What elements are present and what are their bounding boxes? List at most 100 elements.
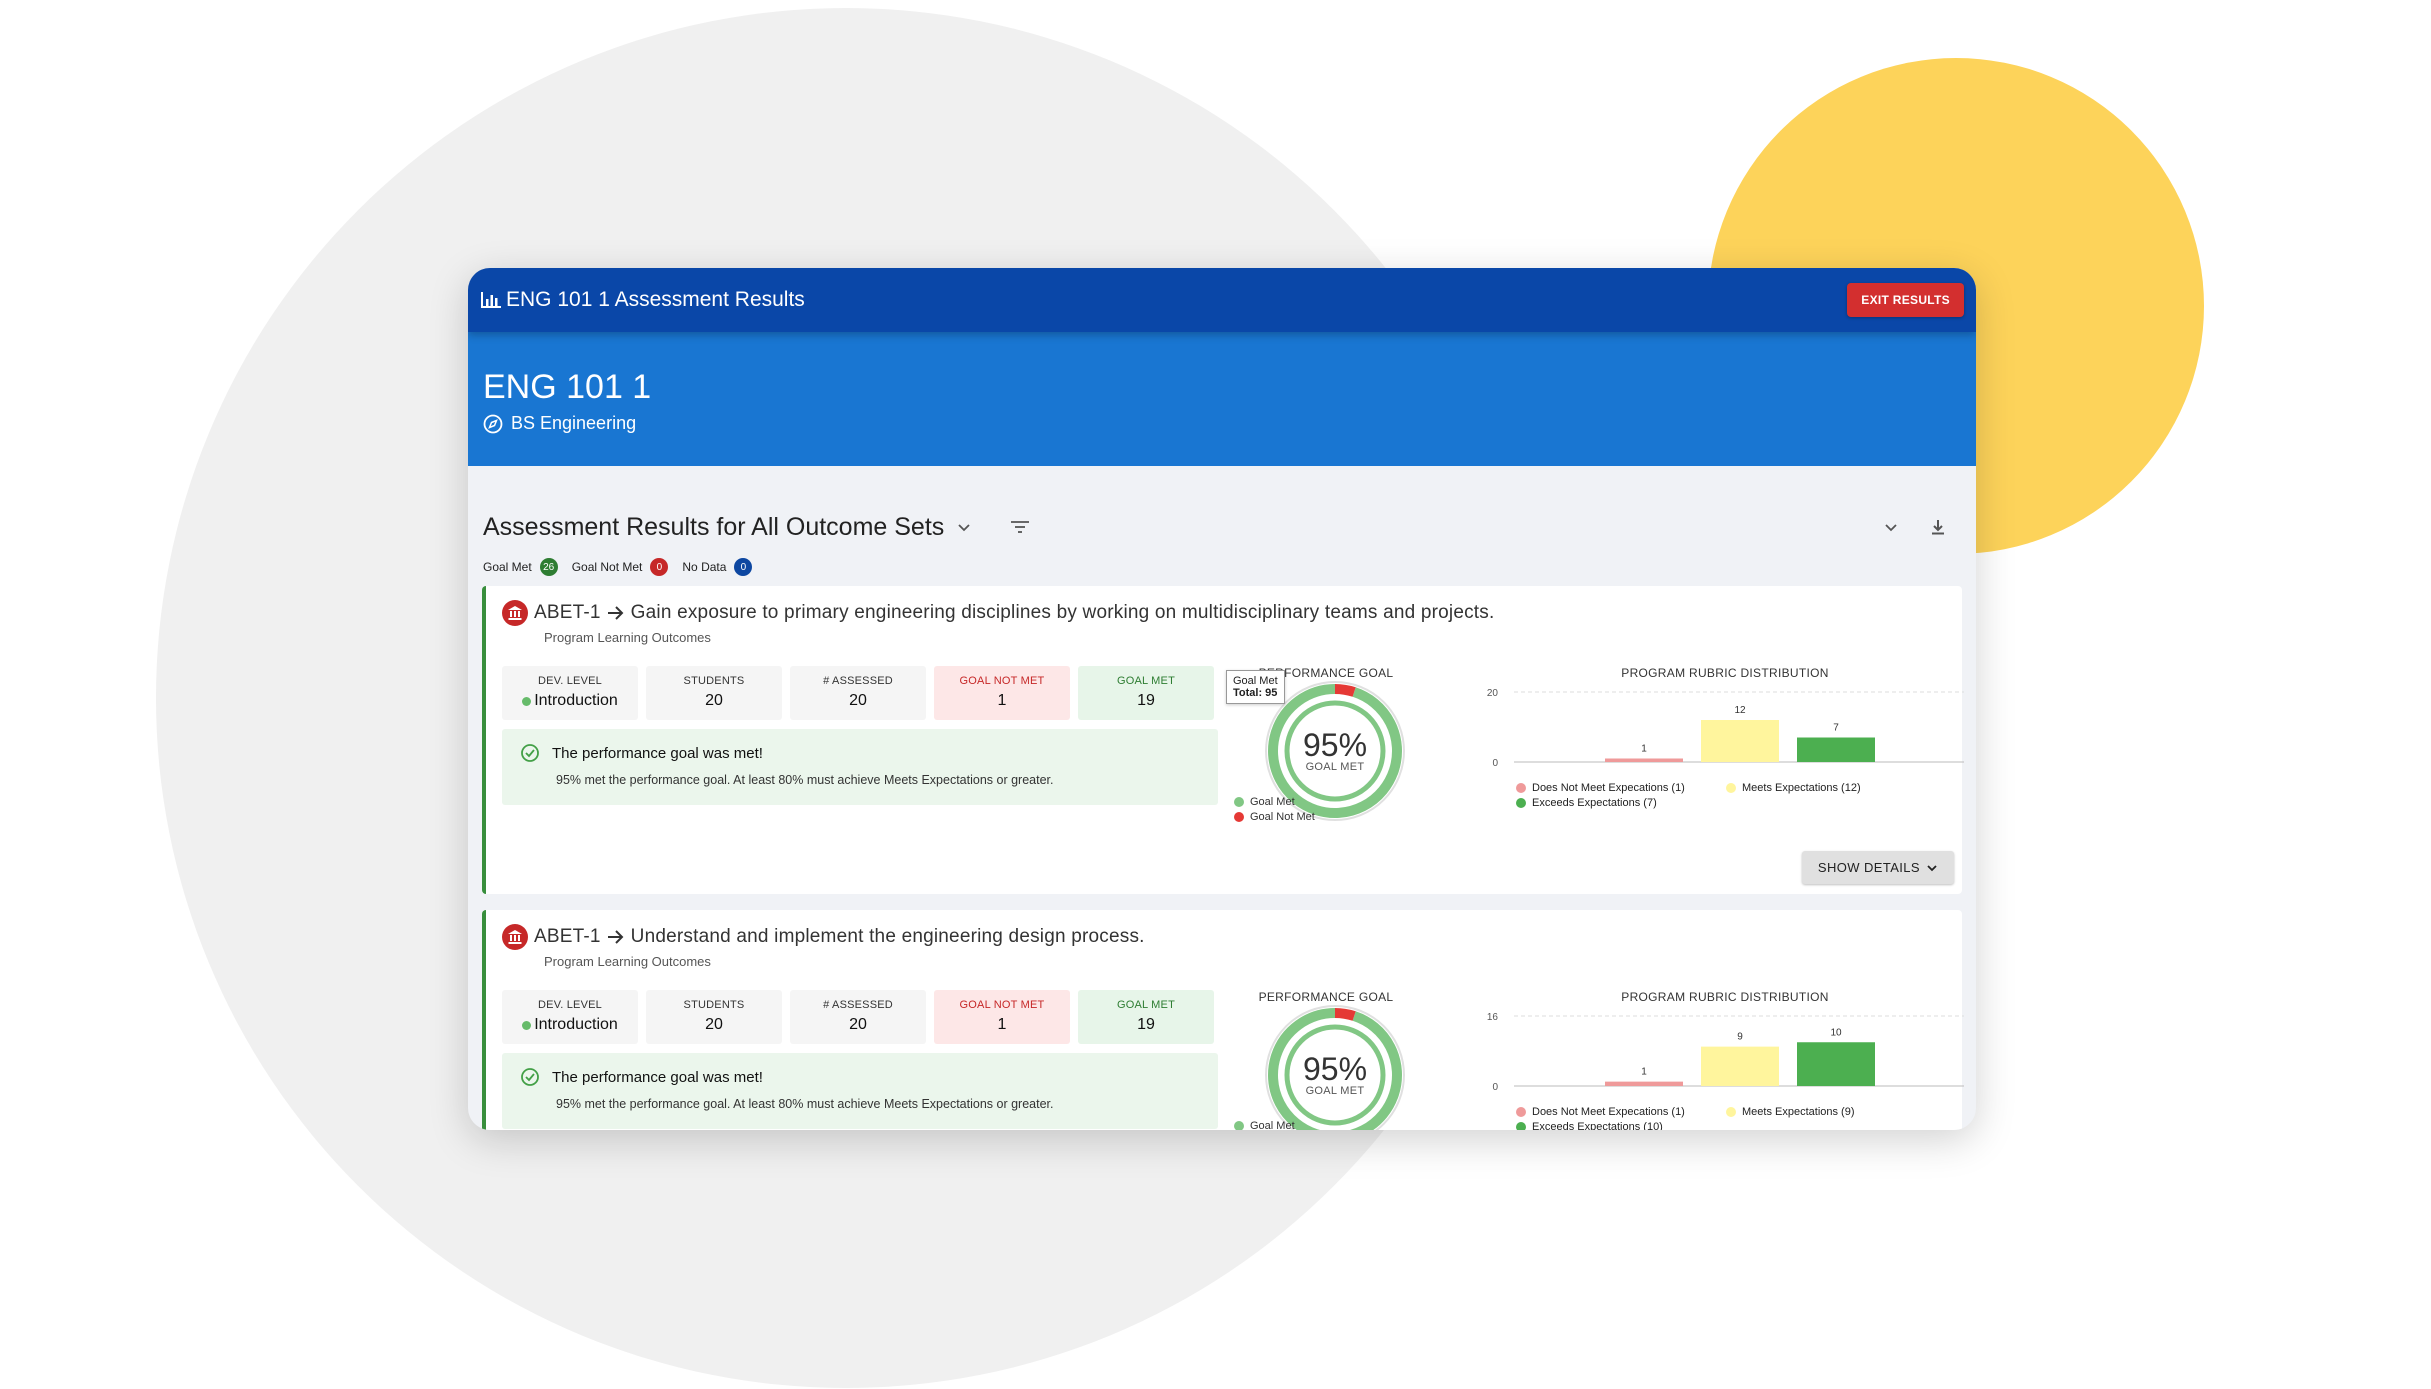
arrow-right-icon	[607, 606, 624, 620]
bar-value-label: 12	[1734, 705, 1746, 716]
legend-dot	[1516, 1106, 1526, 1117]
legend-item[interactable]: Does Not Meet Expecations (1)	[1532, 782, 1685, 794]
goal-status-box: The performance goal was met! 95% met th…	[502, 1053, 1218, 1129]
stat-goal-met: GOAL MET 19	[1078, 990, 1214, 1044]
stat-label: DEV. LEVEL	[538, 999, 602, 1011]
stat-value: Introduction	[534, 1016, 618, 1033]
window-title: ENG 101 1 Assessment Results	[506, 288, 805, 311]
bar-chart: 20 0 1 12 7	[1487, 688, 1964, 769]
stat-value: 20	[705, 1016, 723, 1033]
legend-goal-not-met[interactable]: Goal Not Met	[1250, 811, 1315, 823]
stat-label: STUDENTS	[683, 675, 745, 687]
legend-item[interactable]: Does Not Meet Expecations (1)	[1532, 1106, 1685, 1118]
stat-value: 20	[849, 692, 867, 709]
filter-icon[interactable]	[1010, 519, 1030, 535]
download-icon[interactable]	[1929, 518, 1947, 536]
stat-goal-not-met: GOAL NOT MET 1	[934, 990, 1070, 1044]
outcome-code: ABET-1	[534, 926, 601, 947]
donut-percent: 95%	[1302, 1051, 1368, 1087]
goal-status-desc: 95% met the performance goal. At least 8…	[556, 1097, 1054, 1111]
arrow-right-icon	[607, 930, 624, 944]
goal-status-title: The performance goal was met!	[552, 1068, 763, 1086]
bar[interactable]	[1701, 720, 1779, 762]
stat-assessed: # ASSESSED 20	[790, 666, 926, 720]
outcome-subtitle: Program Learning Outcomes	[544, 954, 711, 969]
stat-dev-level: DEV. LEVEL Introduction	[502, 990, 638, 1044]
legend-item[interactable]: Meets Expectations (9)	[1742, 1106, 1855, 1118]
legend-item[interactable]: Exceeds Expectations (10)	[1532, 1121, 1663, 1131]
outcome-header: ABET-1 Gain exposure to primary engineer…	[486, 586, 1962, 626]
goal-met-count: 26	[539, 558, 558, 576]
program-name: BS Engineering	[511, 413, 637, 433]
top-bar: ENG 101 1 Assessment Results EXIT RESULT…	[468, 268, 1976, 332]
bar[interactable]	[1797, 737, 1875, 763]
exit-results-button[interactable]: EXIT RESULTS	[1847, 283, 1964, 317]
y-tick-label: 0	[1492, 758, 1498, 769]
legend-item[interactable]: Exceeds Expectations (7)	[1532, 797, 1657, 809]
show-details-button[interactable]: SHOW DETAILS	[1801, 851, 1954, 884]
outcome-header: ABET-1 Understand and implement the engi…	[486, 910, 1962, 950]
section-header: Assessment Results for All Outcome Sets	[468, 466, 1976, 554]
outcome-card: ABET-1 Gain exposure to primary engineer…	[482, 586, 1964, 894]
outcome-card: ABET-1 Understand and implement the engi…	[482, 910, 1964, 1130]
status-dot	[522, 1020, 532, 1030]
legend-goal-met[interactable]: Goal Met	[1250, 1120, 1295, 1131]
goal-status-title: The performance goal was met!	[552, 744, 763, 762]
stat-goal-met: GOAL MET 19	[1078, 666, 1214, 720]
status-dot	[522, 696, 532, 706]
legend-goal-met[interactable]: Goal Met	[1250, 796, 1295, 808]
tooltip-label: Goal Met	[1233, 675, 1278, 687]
stats-row: DEV. LEVEL Introduction STUDENTS 20 # ASSE…	[502, 990, 1214, 1044]
institution-icon	[502, 924, 528, 950]
bar[interactable]	[1605, 758, 1683, 763]
stat-label: STUDENTS	[683, 999, 745, 1011]
stat-students: STUDENTS 20	[646, 666, 782, 720]
goal-status-desc: 95% met the performance goal. At least 8…	[556, 773, 1054, 787]
perf-legend: Goal Met Goal Not Met	[1234, 794, 1315, 824]
check-circle-icon	[521, 744, 539, 762]
legend-item[interactable]: Meets Expectations (12)	[1742, 782, 1861, 794]
goal-not-met-count: 0	[650, 558, 669, 576]
no-data-label: No Data	[682, 560, 727, 574]
outcome-code: ABET-1	[534, 602, 601, 623]
rubric-distribution-chart: PROGRAM RUBRIC DISTRIBUTION 16 0 1 9 10 Does…	[1480, 990, 1970, 1130]
bar-chart-icon	[481, 292, 501, 308]
collapse-chevron-icon[interactable]	[1883, 519, 1899, 535]
no-data-count: 0	[734, 558, 753, 576]
program-row: BS Engineering	[483, 413, 1961, 434]
stat-value: 20	[705, 692, 723, 709]
bar-value-label: 1	[1641, 744, 1647, 755]
chart-legend: Does Not Meet Expecations (1) Meets Expec…	[1516, 1104, 1976, 1130]
legend-dot	[1516, 782, 1526, 793]
goal-met-label: Goal Met	[483, 560, 532, 574]
stat-label: DEV. LEVEL	[538, 675, 602, 687]
bar[interactable]	[1701, 1046, 1779, 1086]
tooltip-total: Total: 95	[1233, 687, 1278, 699]
bar[interactable]	[1797, 1042, 1875, 1086]
stat-value: 1	[997, 1016, 1007, 1033]
bar-chart: 16 0 1 9 10	[1487, 1012, 1964, 1093]
legend-dot	[1516, 797, 1526, 808]
institution-icon	[502, 600, 528, 626]
bar[interactable]	[1605, 1081, 1683, 1086]
outcome-subtitle: Program Learning Outcomes	[544, 630, 711, 645]
stat-value: 19	[1137, 1016, 1155, 1033]
legend-dot	[1726, 1106, 1736, 1117]
legend-dot	[1234, 1120, 1244, 1130]
legend-dot	[1516, 1121, 1526, 1130]
stat-assessed: # ASSESSED 20	[790, 990, 926, 1044]
section-title: Assessment Results for All Outcome Sets	[483, 512, 945, 541]
stat-dev-level: DEV. LEVEL Introduction	[502, 666, 638, 720]
y-tick-label: 16	[1487, 1012, 1499, 1023]
stat-value: 1	[997, 692, 1007, 709]
course-title: ENG 101 1	[483, 368, 652, 406]
performance-goal-chart: PERFORMANCE GOAL 95% GOAL MET Goal Met	[1226, 990, 1426, 1130]
stats-row: DEV. LEVEL Introduction STUDENTS 20 # ASSE…	[502, 666, 1214, 720]
stat-label: GOAL NOT MET	[959, 999, 1045, 1011]
stat-value: Introduction	[534, 692, 618, 709]
chart-tooltip: Goal Met Total: 95	[1226, 670, 1285, 704]
donut-percent: 95%	[1302, 727, 1368, 763]
chevron-down-icon[interactable]	[956, 519, 972, 535]
performance-goal-chart: PERFORMANCE GOAL 95% GOAL MET Goal Met T…	[1226, 666, 1426, 826]
stat-value: 20	[849, 1016, 867, 1033]
